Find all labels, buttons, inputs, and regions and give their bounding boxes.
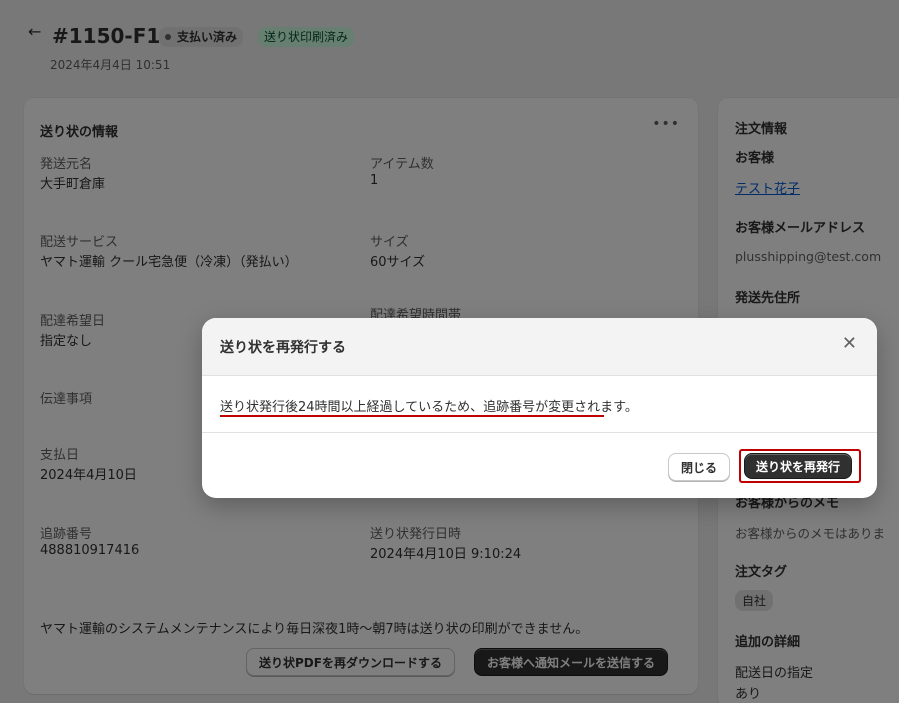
close-icon[interactable]: ✕ bbox=[842, 334, 857, 354]
red-highlight-box: 送り状を再発行 bbox=[739, 449, 861, 483]
close-button[interactable]: 閉じる bbox=[668, 453, 731, 481]
modal-footer: 閉じる 送り状を再発行 bbox=[202, 432, 877, 498]
red-underline-annotation bbox=[220, 415, 604, 417]
reissue-label-button[interactable]: 送り状を再発行 bbox=[744, 453, 853, 479]
modal-header: 送り状を再発行する ✕ bbox=[202, 318, 877, 376]
order-detail-page: ← #1150-F1 支払い済み 送り状印刷済み 2024年4月4日 10:51… bbox=[0, 0, 899, 703]
reissue-label-modal: 送り状を再発行する ✕ 送り状発行後24時間以上経過しているため、追跡番号が変更… bbox=[202, 318, 877, 498]
modal-message: 送り状発行後24時間以上経過しているため、追跡番号が変更されます。 bbox=[220, 400, 638, 415]
modal-title: 送り状を再発行する bbox=[220, 340, 346, 356]
